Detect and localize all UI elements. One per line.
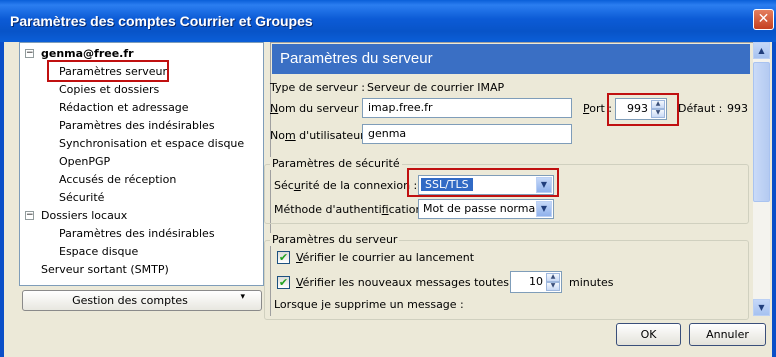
- tree-item-label: Paramètres des indésirables: [59, 119, 215, 132]
- server-type-value: Serveur de courrier IMAP: [367, 81, 505, 94]
- cancel-button[interactable]: Annuler: [689, 323, 766, 346]
- manage-accounts-label: Gestion des comptes: [72, 294, 188, 307]
- tree-item-sync[interactable]: Synchronisation et espace disque: [59, 135, 244, 152]
- interval-stepper[interactable]: 10 ▲ ▼: [510, 271, 562, 293]
- security-group-title: Paramètres de sécurité: [270, 157, 402, 170]
- tree-item-receipts[interactable]: Accusés de réception: [59, 171, 176, 188]
- ok-button[interactable]: OK: [616, 323, 681, 346]
- auth-method-label: Méthode d'authentification :: [274, 203, 430, 216]
- tree-item-label: Sécurité: [59, 191, 105, 204]
- server-name-input[interactable]: imap.free.fr: [362, 98, 572, 118]
- tree-item-label: Synchronisation et espace disque: [59, 137, 245, 150]
- collapse-toggle-icon[interactable]: −: [25, 49, 34, 58]
- chevron-down-icon[interactable]: ▼: [536, 201, 552, 217]
- stepper-up-icon[interactable]: ▲: [546, 273, 560, 282]
- tree-item-label: Serveur sortant (SMTP): [41, 263, 169, 276]
- tree-item-label: Rédaction et adressage: [59, 101, 189, 114]
- tree-item-smtp[interactable]: Serveur sortant (SMTP): [41, 261, 169, 278]
- highlight-box: [607, 93, 679, 126]
- auth-method-select[interactable]: Mot de passe normal ▼: [418, 199, 554, 219]
- check-on-startup-checkbox[interactable]: ✔: [277, 251, 290, 264]
- tree-item-openpgp[interactable]: OpenPGP: [59, 153, 110, 170]
- default-port-value: 993: [727, 102, 748, 115]
- scroll-down-icon[interactable]: ▼: [753, 299, 770, 316]
- tree-item-local-folders[interactable]: Dossiers locaux: [41, 207, 127, 224]
- interval-unit: minutes: [569, 276, 614, 289]
- tree-item-label: Accusés de réception: [59, 173, 177, 186]
- server-settings-group-title: Paramètres du serveur: [270, 233, 400, 246]
- collapse-toggle-icon[interactable]: −: [25, 211, 34, 220]
- checkmark-icon: ✔: [278, 276, 289, 289]
- close-icon: ✕: [757, 11, 770, 27]
- highlight-box: [47, 60, 169, 82]
- tree-item-junk[interactable]: Paramètres des indésirables: [59, 117, 215, 134]
- tree-item-label: Dossiers locaux: [41, 209, 128, 222]
- dropdown-caret-icon: ▾: [240, 292, 245, 302]
- default-port-label: Défaut :: [678, 102, 723, 115]
- tree-item-local-junk[interactable]: Paramètres des indésirables: [59, 225, 215, 242]
- window-frame-right: [772, 42, 776, 357]
- checkmark-icon: ✔: [278, 251, 289, 264]
- check-new-messages-checkbox[interactable]: ✔: [277, 276, 290, 289]
- settings-window: Paramètres des comptes Courrier et Group…: [0, 0, 776, 357]
- check-new-messages-label: Vérifier les nouveaux messages toutes le…: [296, 276, 528, 289]
- vertical-scrollbar[interactable]: ▲ ▼: [753, 42, 770, 316]
- highlight-box: [407, 168, 559, 197]
- tree-item-disk-space[interactable]: Espace disque: [59, 243, 138, 260]
- check-on-startup-label: Vérifier le courrier au lancement: [296, 251, 475, 264]
- tree-item-label: Paramètres des indésirables: [59, 227, 215, 240]
- server-name-label: Nom du serveur :: [270, 102, 366, 115]
- stepper-down-icon[interactable]: ▼: [546, 282, 560, 291]
- tree-item-label: OpenPGP: [59, 155, 111, 168]
- connection-security-label: Sécurité de la connexion :: [274, 179, 418, 192]
- window-frame-left: [0, 42, 4, 357]
- title-bar[interactable]: Paramètres des comptes Courrier et Group…: [0, 0, 776, 42]
- account-tree[interactable]: − genma@free.fr Paramètres serveur Copie…: [19, 42, 264, 286]
- tree-item-copies[interactable]: Copies et dossiers: [59, 81, 159, 98]
- server-type-label: Type de serveur :: [270, 81, 366, 94]
- tree-item-label: Espace disque: [59, 245, 139, 258]
- username-label: Nom d'utilisateur :: [270, 129, 372, 142]
- window-title: Paramètres des comptes Courrier et Group…: [10, 13, 313, 29]
- tree-item-label: genma@free.fr: [41, 47, 134, 60]
- manage-accounts-button[interactable]: Gestion des comptes ▾: [22, 290, 262, 311]
- close-button[interactable]: ✕: [753, 9, 774, 30]
- tree-item-composition[interactable]: Rédaction et adressage: [59, 99, 189, 116]
- scroll-thumb[interactable]: [753, 62, 770, 202]
- panel-header: Paramètres du serveur: [272, 44, 750, 74]
- tree-item-security[interactable]: Sécurité: [59, 189, 104, 206]
- on-delete-label: Lorsque je supprime un message :: [274, 298, 464, 311]
- tree-item-label: Copies et dossiers: [59, 83, 160, 96]
- scroll-up-icon[interactable]: ▲: [753, 42, 770, 59]
- username-input[interactable]: genma: [362, 124, 572, 144]
